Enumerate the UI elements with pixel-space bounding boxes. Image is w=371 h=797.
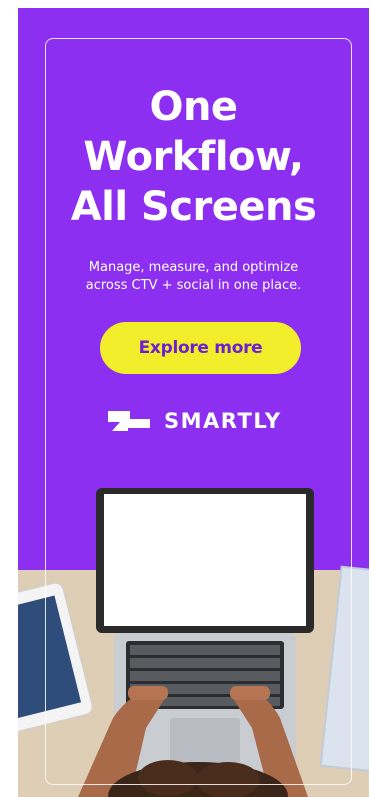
subtext-line-2: across CTV + social in one place. [85, 278, 302, 293]
laptop-desk-photo [18, 488, 369, 797]
explore-more-button[interactable]: Explore more [100, 322, 301, 374]
headline-line-1: One [149, 84, 238, 130]
headline: One Workflow, All Screens [18, 82, 369, 232]
subtext-line-1: Manage, measure, and optimize [88, 260, 299, 275]
brand-name: SMARTLY [164, 409, 282, 433]
headline-line-2: Workflow, [83, 134, 304, 180]
ad-banner[interactable]: One Workflow, All Screens Manage, measur… [18, 8, 369, 797]
headline-line-3: All Screens [70, 184, 317, 230]
subtext: Manage, measure, and optimize across CTV… [58, 259, 329, 295]
smartly-logo[interactable]: SMARTLY [106, 406, 282, 436]
smartly-logo-icon [108, 411, 150, 431]
